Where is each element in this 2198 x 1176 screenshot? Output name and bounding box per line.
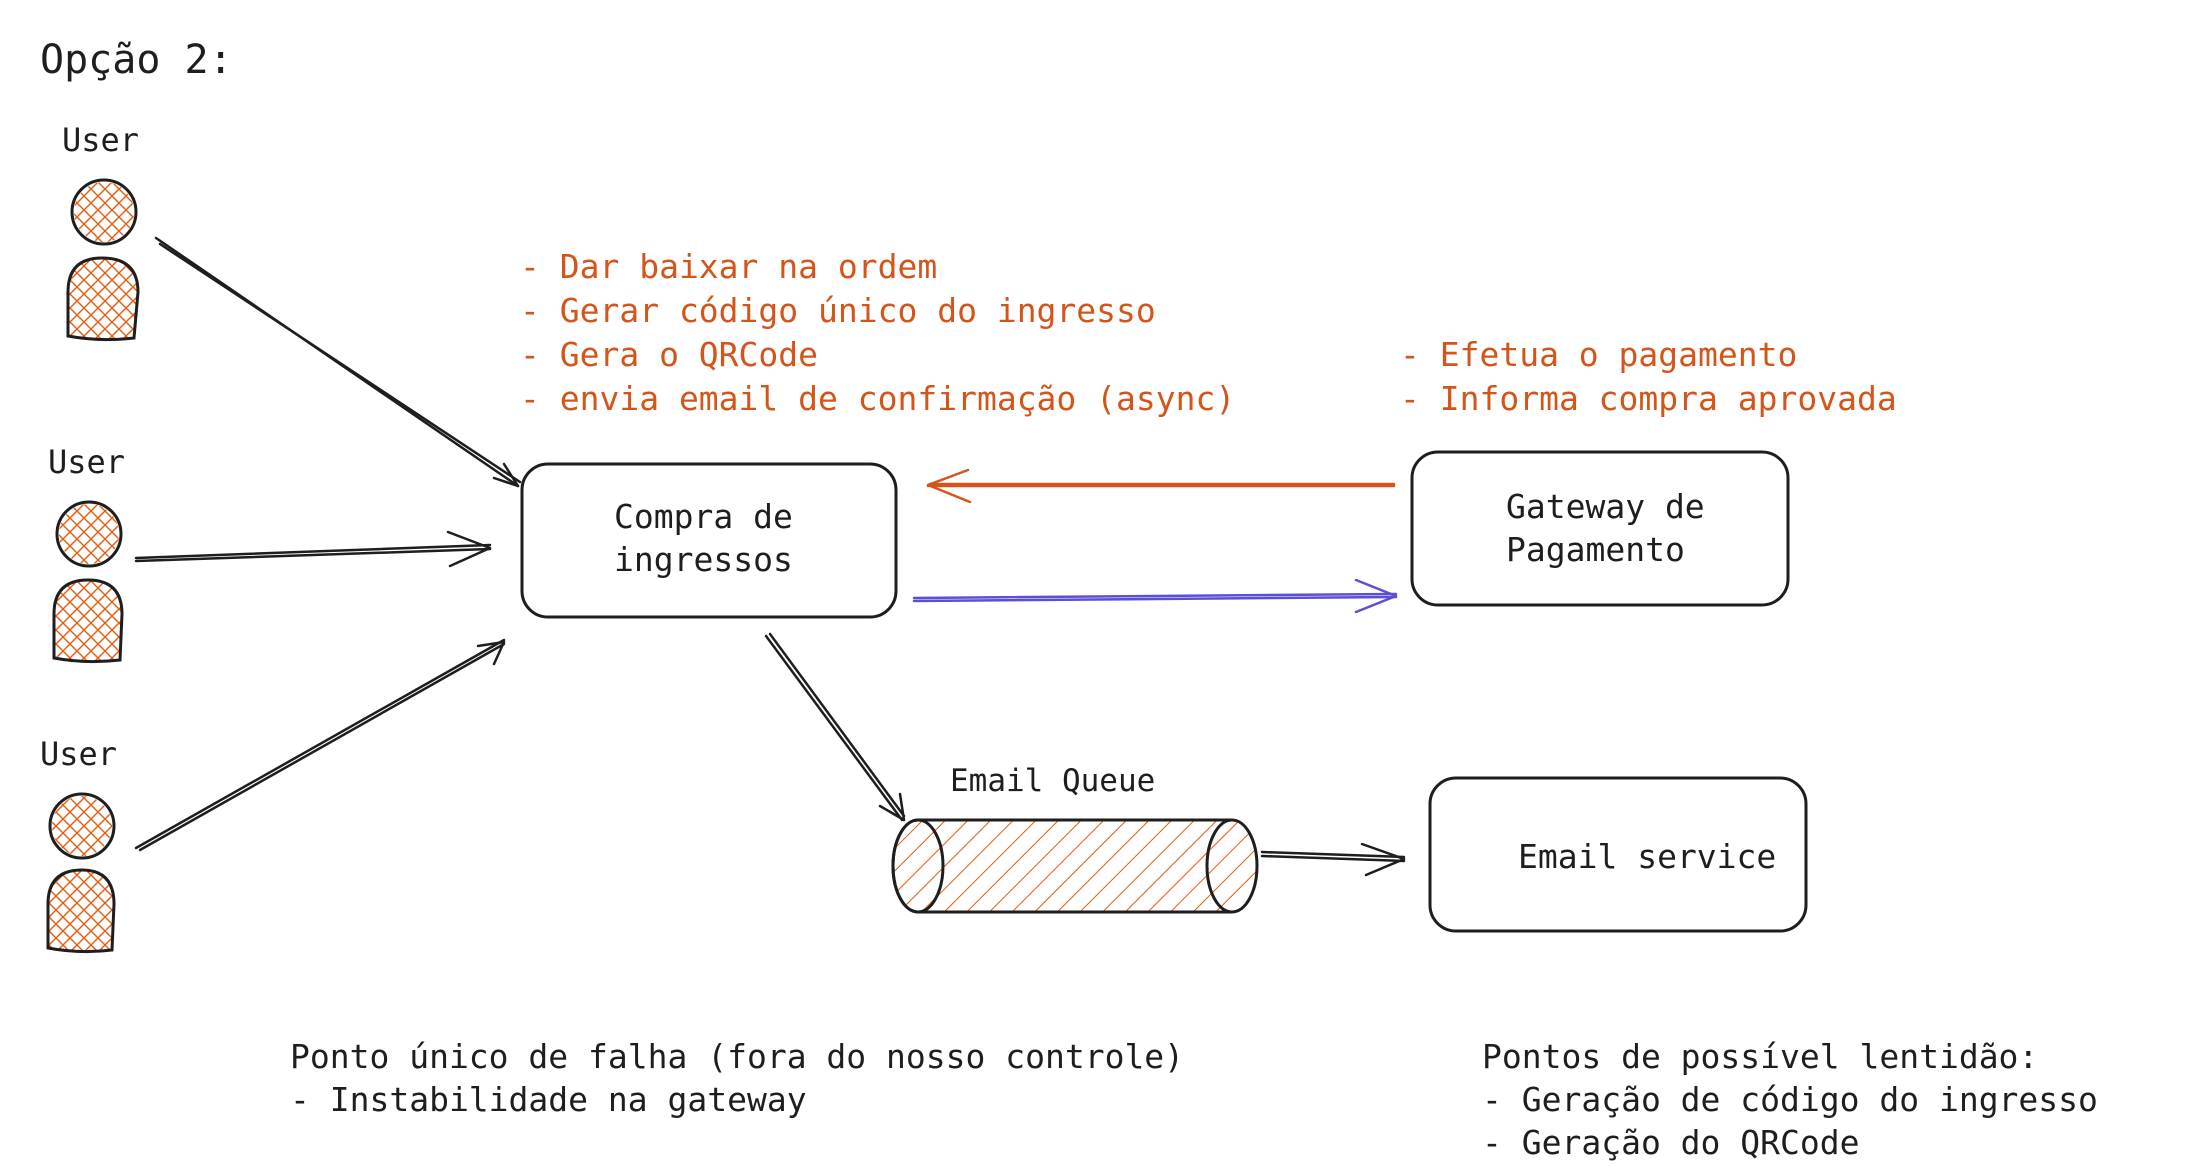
diagram-title: Opção 2: <box>40 37 233 83</box>
slowness-item-2: - Geração do QRCode <box>1482 1123 1860 1162</box>
diagram-canvas <box>46 178 1808 954</box>
slowness-note: Pontos de possível lentidão: - Geração d… <box>1482 1040 2098 1169</box>
gateway-task-1: - Efetua o pagamento <box>1400 335 1798 374</box>
compra-task-1: - Dar baixar na ordem <box>520 247 938 286</box>
compra-label-line2: ingressos <box>614 540 793 579</box>
single-point-item-1: - Instabilidade na gateway <box>290 1080 807 1119</box>
email-service-label: Email service <box>1518 837 1777 876</box>
email-queue-label: Email Queue <box>950 763 1156 799</box>
single-point-heading: Ponto único de falha (fora do nosso cont… <box>290 1037 1185 1076</box>
gateway-box-label: Gateway de Pagamento <box>1506 490 1705 576</box>
arrow-user1-to-compra <box>154 236 522 488</box>
compra-task-3: - Gera o QRCode <box>520 335 819 374</box>
gateway-label-line1: Gateway de <box>1506 487 1705 526</box>
user-label-2: User <box>48 443 126 481</box>
arrow-gateway-to-compra <box>926 468 1396 504</box>
arrow-queue-to-email-service <box>1260 842 1406 877</box>
slowness-item-1: - Geração de código do ingresso <box>1482 1080 2098 1119</box>
single-point-note: Ponto único de falha (fora do nosso cont… <box>290 1040 1184 1126</box>
compra-task-2: - Gerar código único do ingresso <box>520 291 1156 330</box>
gateway-tasks-note: - Efetua o pagamento - Informa compra ap… <box>1400 338 1897 426</box>
arrow-user3-to-compra <box>134 638 506 852</box>
user-label-1: User <box>62 121 140 159</box>
user-figure-3[interactable] <box>46 792 116 954</box>
gateway-label-line2: Pagamento <box>1506 530 1685 569</box>
user-figure-2[interactable] <box>52 500 124 664</box>
slowness-heading: Pontos de possível lentidão: <box>1482 1037 2039 1076</box>
arrow-user2-to-compra <box>134 530 492 568</box>
compra-tasks-note: - Dar baixar na ordem - Gerar código úni… <box>520 250 1235 426</box>
compra-task-4: - envia email de confirmação (async) <box>520 379 1236 418</box>
arrow-compra-to-gateway <box>912 578 1398 614</box>
email-queue-cylinder[interactable] <box>891 818 1259 914</box>
user-label-3: User <box>40 735 118 773</box>
compra-label-line1: Compra de <box>614 497 793 536</box>
compra-box-label: Compra de ingressos <box>614 500 793 586</box>
user-figure-1[interactable] <box>66 178 140 342</box>
arrow-compra-to-queue <box>764 632 906 822</box>
gateway-task-2: - Informa compra aprovada <box>1400 379 1897 418</box>
